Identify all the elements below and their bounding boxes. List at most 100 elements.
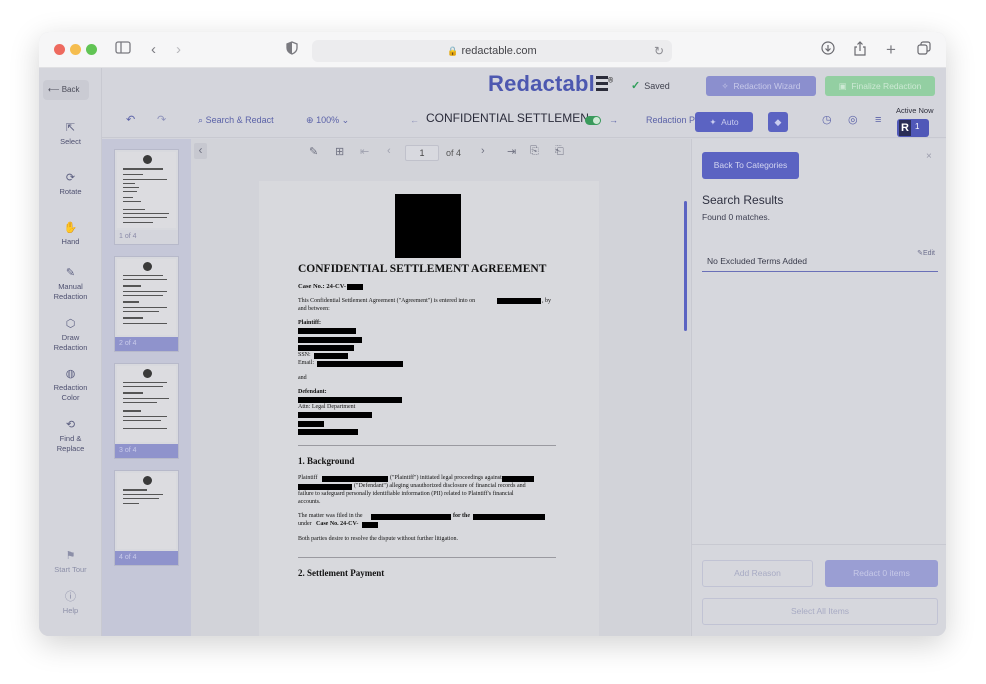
- app-header: Redactabl ®: [102, 68, 946, 102]
- search-results-panel: Back To Categories × Search Results Foun…: [691, 139, 946, 636]
- finalize-redaction-button[interactable]: ▣ Finalize Redaction: [825, 76, 935, 96]
- auto-redact-button[interactable]: ✦ Auto: [695, 112, 753, 132]
- page-number-input[interactable]: 1: [405, 145, 439, 161]
- doc-intro: This Confidential Settlement Agreement (…: [298, 298, 476, 304]
- redo-icon[interactable]: ↷: [157, 114, 166, 126]
- hand-icon: ✋: [63, 222, 78, 234]
- thumbnail-page-4[interactable]: 4 of 4: [114, 470, 179, 566]
- history-icon[interactable]: ◷: [822, 114, 832, 126]
- edit-page-icon[interactable]: ✎: [309, 145, 318, 158]
- new-tab-icon[interactable]: +: [886, 41, 896, 59]
- edit-excluded-button[interactable]: ✎Edit: [917, 249, 935, 257]
- tool-draw-redaction[interactable]: ⬡ Draw Redaction: [39, 318, 102, 353]
- back-button[interactable]: ⟵ Back: [43, 80, 89, 100]
- url-text: redactable.com: [461, 45, 537, 57]
- list-icon[interactable]: ≡: [875, 114, 881, 126]
- excluded-terms-label: No Excluded Terms Added: [707, 256, 808, 266]
- insert-page-icon[interactable]: ⊞: [335, 145, 344, 158]
- layer-toggle-button[interactable]: ◆: [768, 112, 788, 132]
- minimize-window-button[interactable]: [70, 44, 81, 55]
- redact-items-button[interactable]: Redact 0 items: [825, 560, 938, 587]
- tool-manual-redaction-label: Manual Redaction: [53, 282, 88, 301]
- document-page: CONFIDENTIAL SETTLEMENT AGREEMENT Case N…: [259, 181, 599, 636]
- matches-count: Found 0 matches.: [702, 212, 771, 222]
- tool-redaction-color[interactable]: ◍ Redaction Color: [39, 368, 102, 403]
- redacted-logo: [395, 194, 461, 258]
- zoom-in-icon: ⊕: [306, 115, 314, 125]
- search-results-title: Search Results: [702, 193, 784, 207]
- help-label: Help: [62, 606, 79, 615]
- thumbnail-page-1[interactable]: 1 of 4: [114, 149, 179, 245]
- tool-manual-redaction[interactable]: ✎ Manual Redaction: [39, 267, 102, 302]
- thumbnail-page-3[interactable]: 3 of 4: [114, 363, 179, 459]
- undo-icon[interactable]: ↶: [126, 114, 135, 126]
- document-viewer: ‹ ✎ ⊞ ⇤ ‹ 1 of 4 › ⇥ ⎘ ⎗ CONFIDENTIAL SE…: [191, 139, 690, 636]
- maximize-window-button[interactable]: [86, 44, 97, 55]
- help-button[interactable]: ⓘ Help: [39, 591, 102, 616]
- sidebar-toggle-icon[interactable]: [115, 41, 131, 60]
- next-page-icon[interactable]: ›: [481, 145, 485, 157]
- document-toolbar: ↶ ↷ ⌕ Search & Redact ⊕ 100% ⌄ ← CONFIDE…: [102, 102, 946, 138]
- close-window-button[interactable]: [54, 44, 65, 55]
- tool-rotate-label: Rotate: [59, 187, 82, 196]
- browser-window: ‹ › 🔒redactable.com ↻ + ⟵ Back ⇱ Select: [39, 32, 946, 636]
- chevron-down-icon: ⌄: [341, 115, 350, 125]
- thumbnail-page-2[interactable]: 2 of 4: [114, 256, 179, 352]
- sparkle-icon: ✦: [709, 117, 717, 127]
- thumbnail-caption: 3 of 4: [115, 444, 178, 458]
- title-back-arrow-icon[interactable]: ←: [410, 114, 419, 126]
- doc-defendant-label: Defendant:: [298, 389, 327, 395]
- shape-icon: ⬡: [65, 318, 76, 330]
- search-redact-button[interactable]: ⌕ Search & Redact: [198, 114, 274, 126]
- reload-icon[interactable]: ↻: [654, 40, 664, 62]
- doc-case-number: Case No.: 24-CV-: [298, 283, 347, 290]
- search-icon: ⌕: [198, 115, 204, 125]
- avatar-letter: R: [899, 120, 911, 136]
- pointer-icon: ⇱: [65, 122, 76, 134]
- download-icon[interactable]: [821, 41, 835, 60]
- share-icon[interactable]: [853, 41, 867, 61]
- tabs-overview-icon[interactable]: [917, 41, 931, 60]
- lock-icon: 🔒: [447, 46, 459, 56]
- thumbnail-preview: [117, 366, 176, 442]
- thumbnail-caption: 1 of 4: [115, 230, 178, 244]
- tool-hand[interactable]: ✋ Hand: [39, 222, 102, 247]
- panel-footer: Add Reason Redact 0 items Select All Ite…: [692, 544, 946, 636]
- back-to-categories-button[interactable]: Back To Categories: [702, 152, 799, 179]
- browser-back-icon[interactable]: ‹: [151, 41, 156, 59]
- thumbnail-preview: [117, 473, 176, 549]
- zoom-control[interactable]: ⊕ 100% ⌄: [306, 114, 349, 126]
- start-tour-label: Start Tour: [54, 565, 87, 574]
- document-title[interactable]: CONFIDENTIAL SETTLEMEN...: [426, 112, 599, 124]
- extract-page-icon[interactable]: ⎗: [555, 145, 564, 158]
- first-page-icon[interactable]: ⇤: [360, 145, 369, 158]
- redaction-wizard-button[interactable]: ✧ Redaction Wizard: [706, 76, 816, 96]
- close-panel-icon[interactable]: ×: [926, 151, 932, 162]
- add-reason-button[interactable]: Add Reason: [702, 560, 813, 587]
- start-tour-button[interactable]: ⚑ Start Tour: [39, 550, 102, 575]
- select-all-items-button[interactable]: Select All Items: [702, 598, 938, 625]
- shield-icon[interactable]: [286, 41, 298, 60]
- excluded-terms-field[interactable]: No Excluded Terms Added ✎Edit: [702, 246, 938, 272]
- document-scrollbar[interactable]: [684, 201, 687, 331]
- browser-forward-icon[interactable]: ›: [176, 41, 181, 59]
- last-page-icon[interactable]: ⇥: [507, 145, 516, 158]
- active-users-avatar[interactable]: R 1: [897, 119, 929, 137]
- comment-icon[interactable]: ◎: [848, 114, 858, 126]
- rotate-page-icon[interactable]: ⎘: [530, 145, 539, 158]
- back-arrow-icon: ⟵: [48, 85, 60, 94]
- tool-find-replace-label: Find & Replace: [56, 434, 85, 453]
- tool-select[interactable]: ⇱ Select: [39, 122, 102, 147]
- page-thumbnails: 1 of 4 2 of 4 3 of 4 4 of 4: [102, 139, 191, 636]
- palette-icon: ◍: [65, 368, 76, 380]
- prev-page-icon[interactable]: ‹: [387, 145, 391, 157]
- address-bar[interactable]: 🔒 redactable.com ↻: [312, 40, 672, 62]
- marker-icon: ✎: [65, 267, 76, 279]
- tool-rotate[interactable]: ⟳ Rotate: [39, 172, 102, 197]
- redaction-preview-toggle[interactable]: [585, 116, 601, 125]
- page-count: of 4: [446, 148, 462, 158]
- tool-select-label: Select: [60, 137, 81, 146]
- tool-find-replace[interactable]: ⟲ Find & Replace: [39, 419, 102, 454]
- active-count: 1: [915, 122, 920, 131]
- collapse-thumbnails-icon[interactable]: ‹: [194, 143, 207, 159]
